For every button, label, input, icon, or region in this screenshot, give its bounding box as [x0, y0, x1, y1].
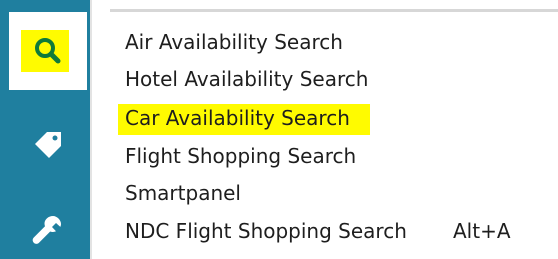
search-icon: [35, 38, 61, 64]
menu-item-label: Flight Shopping Search: [125, 144, 357, 168]
sidebar-wrench-button[interactable]: [9, 201, 87, 259]
tag-icon: [35, 132, 61, 158]
menu-item-label: Air Availability Search: [125, 30, 343, 54]
menu-item-label: Hotel Availability Search: [125, 67, 369, 91]
top-divider: [110, 9, 558, 12]
sidebar-tag-button[interactable]: [9, 106, 87, 184]
sidebar-search-button[interactable]: [9, 12, 87, 90]
menu-item-label: Car Availability Search: [125, 106, 350, 130]
screen: Air Availability Search Hotel Availabili…: [0, 0, 558, 259]
menu-item-car-availability[interactable]: Car Availability Search: [125, 103, 545, 134]
sidebar-divider: [90, 0, 92, 259]
menu-item-ndc-flight-shopping[interactable]: NDC Flight Shopping Search Alt+A: [125, 216, 545, 247]
wrench-icon: [32, 216, 61, 244]
menu-item-flight-shopping[interactable]: Flight Shopping Search: [125, 141, 545, 172]
menu-item-smartpanel[interactable]: Smartpanel: [125, 178, 545, 209]
menu-item-air-availability[interactable]: Air Availability Search: [125, 27, 545, 58]
menu-item-shortcut: Alt+A: [453, 219, 511, 243]
menu-item-hotel-availability[interactable]: Hotel Availability Search: [125, 64, 545, 95]
menu-item-label: Smartpanel: [125, 181, 241, 205]
menu-item-label: NDC Flight Shopping Search: [125, 219, 407, 243]
